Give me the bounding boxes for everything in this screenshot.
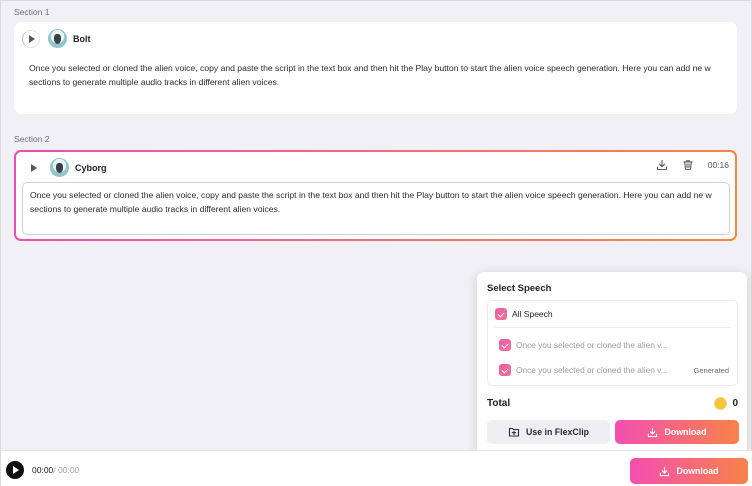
player-timecode: 00:00/ 00:00	[32, 465, 79, 475]
list-divider	[495, 327, 730, 328]
speech-item-1[interactable]: Once you selected or cloned the alien v.…	[499, 339, 729, 351]
use-in-flexclip-label: Use in FlexClip	[525, 427, 590, 437]
checkbox-checked-icon[interactable]	[495, 308, 507, 320]
player-bar: 00:00/ 00:00 Download	[1, 450, 752, 486]
section-1-voice-name[interactable]: Bolt	[73, 34, 91, 44]
download-button-label: Download	[676, 466, 719, 476]
play-icon	[29, 34, 35, 43]
select-speech-popup: Select Speech All Speech Once you select…	[477, 272, 747, 455]
section-1-card: Bolt Once you selected or cloned the ali…	[14, 22, 737, 114]
section-2-script-text[interactable]: Once you selected or cloned the alien vo…	[30, 189, 722, 216]
total-value: 0	[732, 398, 738, 409]
section-2-play-button[interactable]	[24, 159, 42, 177]
use-in-flexclip-button[interactable]: Use in FlexClip	[487, 420, 610, 444]
add-to-flexclip-icon	[508, 427, 520, 437]
popup-download-button[interactable]: Download	[615, 420, 739, 444]
cyborg-voice-avatar	[50, 158, 69, 177]
total-label: Total	[487, 398, 511, 409]
play-icon	[13, 466, 19, 474]
total-credits: 0	[714, 397, 738, 410]
download-icon	[648, 427, 658, 437]
section-2-script-textbox[interactable]: Once you selected or cloned the alien vo…	[22, 182, 730, 235]
section-1-voice-row: Bolt	[22, 29, 91, 48]
popup-download-label: Download	[664, 427, 707, 437]
current-time: 00:00	[32, 465, 54, 475]
checkbox-checked-icon[interactable]	[499, 339, 511, 351]
all-speech-row[interactable]: All Speech	[495, 308, 553, 320]
coin-icon	[714, 397, 728, 410]
all-speech-label: All Speech	[512, 309, 553, 319]
download-icon	[656, 159, 667, 171]
download-section-button[interactable]	[656, 159, 668, 171]
section-2-duration: 00:16	[707, 160, 729, 170]
delete-section-button[interactable]	[682, 159, 694, 171]
download-icon	[660, 466, 670, 476]
generated-badge: Generated	[693, 365, 729, 375]
section-1-label: Section 1	[14, 7, 50, 17]
download-button[interactable]: Download	[630, 458, 748, 484]
bolt-voice-avatar	[48, 29, 67, 48]
section-1-play-button[interactable]	[22, 29, 40, 48]
checkbox-checked-icon[interactable]	[499, 364, 511, 376]
section-2-tools: 00:16	[656, 159, 729, 171]
speech-list: All Speech Once you selected or cloned t…	[487, 300, 738, 386]
section-2-card: Cyborg 00:16 Once you selected or cloned…	[14, 150, 737, 241]
total-time: / 00:00	[53, 465, 80, 475]
section-1-script-text[interactable]: Once you selected or cloned the alien vo…	[29, 62, 724, 89]
section-2-label: Section 2	[14, 134, 50, 144]
section-2-voice-row: Cyborg	[24, 158, 107, 177]
speech-item-label: Once you selected or cloned the alien v.…	[516, 365, 668, 375]
popup-title: Select Speech	[487, 283, 552, 294]
section-2-voice-name[interactable]: Cyborg	[75, 163, 107, 173]
speech-item-2[interactable]: Once you selected or cloned the alien v.…	[499, 364, 729, 376]
trash-icon	[682, 160, 693, 171]
play-icon	[31, 163, 37, 172]
speech-item-label: Once you selected or cloned the alien v.…	[516, 340, 668, 350]
player-play-button[interactable]	[6, 461, 24, 479]
